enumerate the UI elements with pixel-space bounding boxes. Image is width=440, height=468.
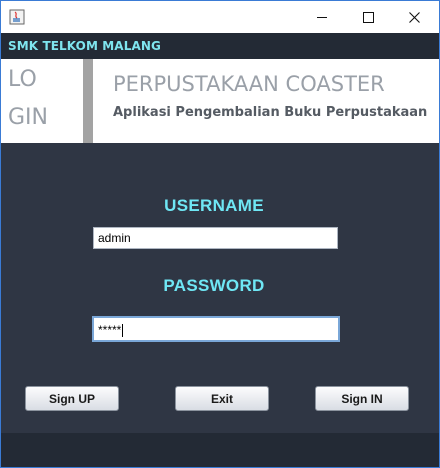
java-app-icon (9, 9, 25, 25)
login-caption: LO GIN (1, 59, 83, 143)
banner-divider (83, 59, 93, 143)
sign-in-button[interactable]: Sign IN (315, 386, 409, 411)
header-strip: SMK TELKOM MALANG (1, 33, 439, 59)
username-field[interactable]: admin (93, 227, 338, 249)
app-title: PERPUSTAKAAN COASTER (113, 72, 385, 96)
username-label: USERNAME (164, 196, 264, 215)
close-button[interactable] (391, 1, 437, 33)
login-caption-line2: GIN (8, 105, 48, 130)
password-value: ***** (98, 323, 122, 337)
login-window: SMK TELKOM MALANG LO GIN PERPUSTAKAAN CO… (0, 0, 440, 468)
login-form: USERNAME admin PASSWORD ***** Sign UP Ex… (1, 143, 439, 433)
maximize-button[interactable] (345, 1, 391, 33)
text-caret (122, 324, 124, 338)
username-value: admin (98, 231, 131, 245)
login-caption-line1: LO (8, 67, 37, 92)
minimize-icon (317, 16, 327, 18)
app-subtitle: Aplikasi Pengembalian Buku Perpustakaan (113, 105, 428, 120)
close-icon (408, 11, 420, 23)
footer-strip (1, 433, 439, 467)
password-label: PASSWORD (163, 276, 265, 295)
sign-up-button[interactable]: Sign UP (25, 386, 119, 411)
school-name: SMK TELKOM MALANG (8, 39, 161, 53)
banner: LO GIN PERPUSTAKAAN COASTER Aplikasi Pen… (1, 59, 439, 143)
minimize-button[interactable] (299, 1, 345, 33)
exit-button[interactable]: Exit (175, 386, 269, 411)
maximize-icon (362, 11, 374, 23)
password-field[interactable]: ***** (92, 316, 340, 342)
title-bar[interactable] (1, 1, 439, 33)
